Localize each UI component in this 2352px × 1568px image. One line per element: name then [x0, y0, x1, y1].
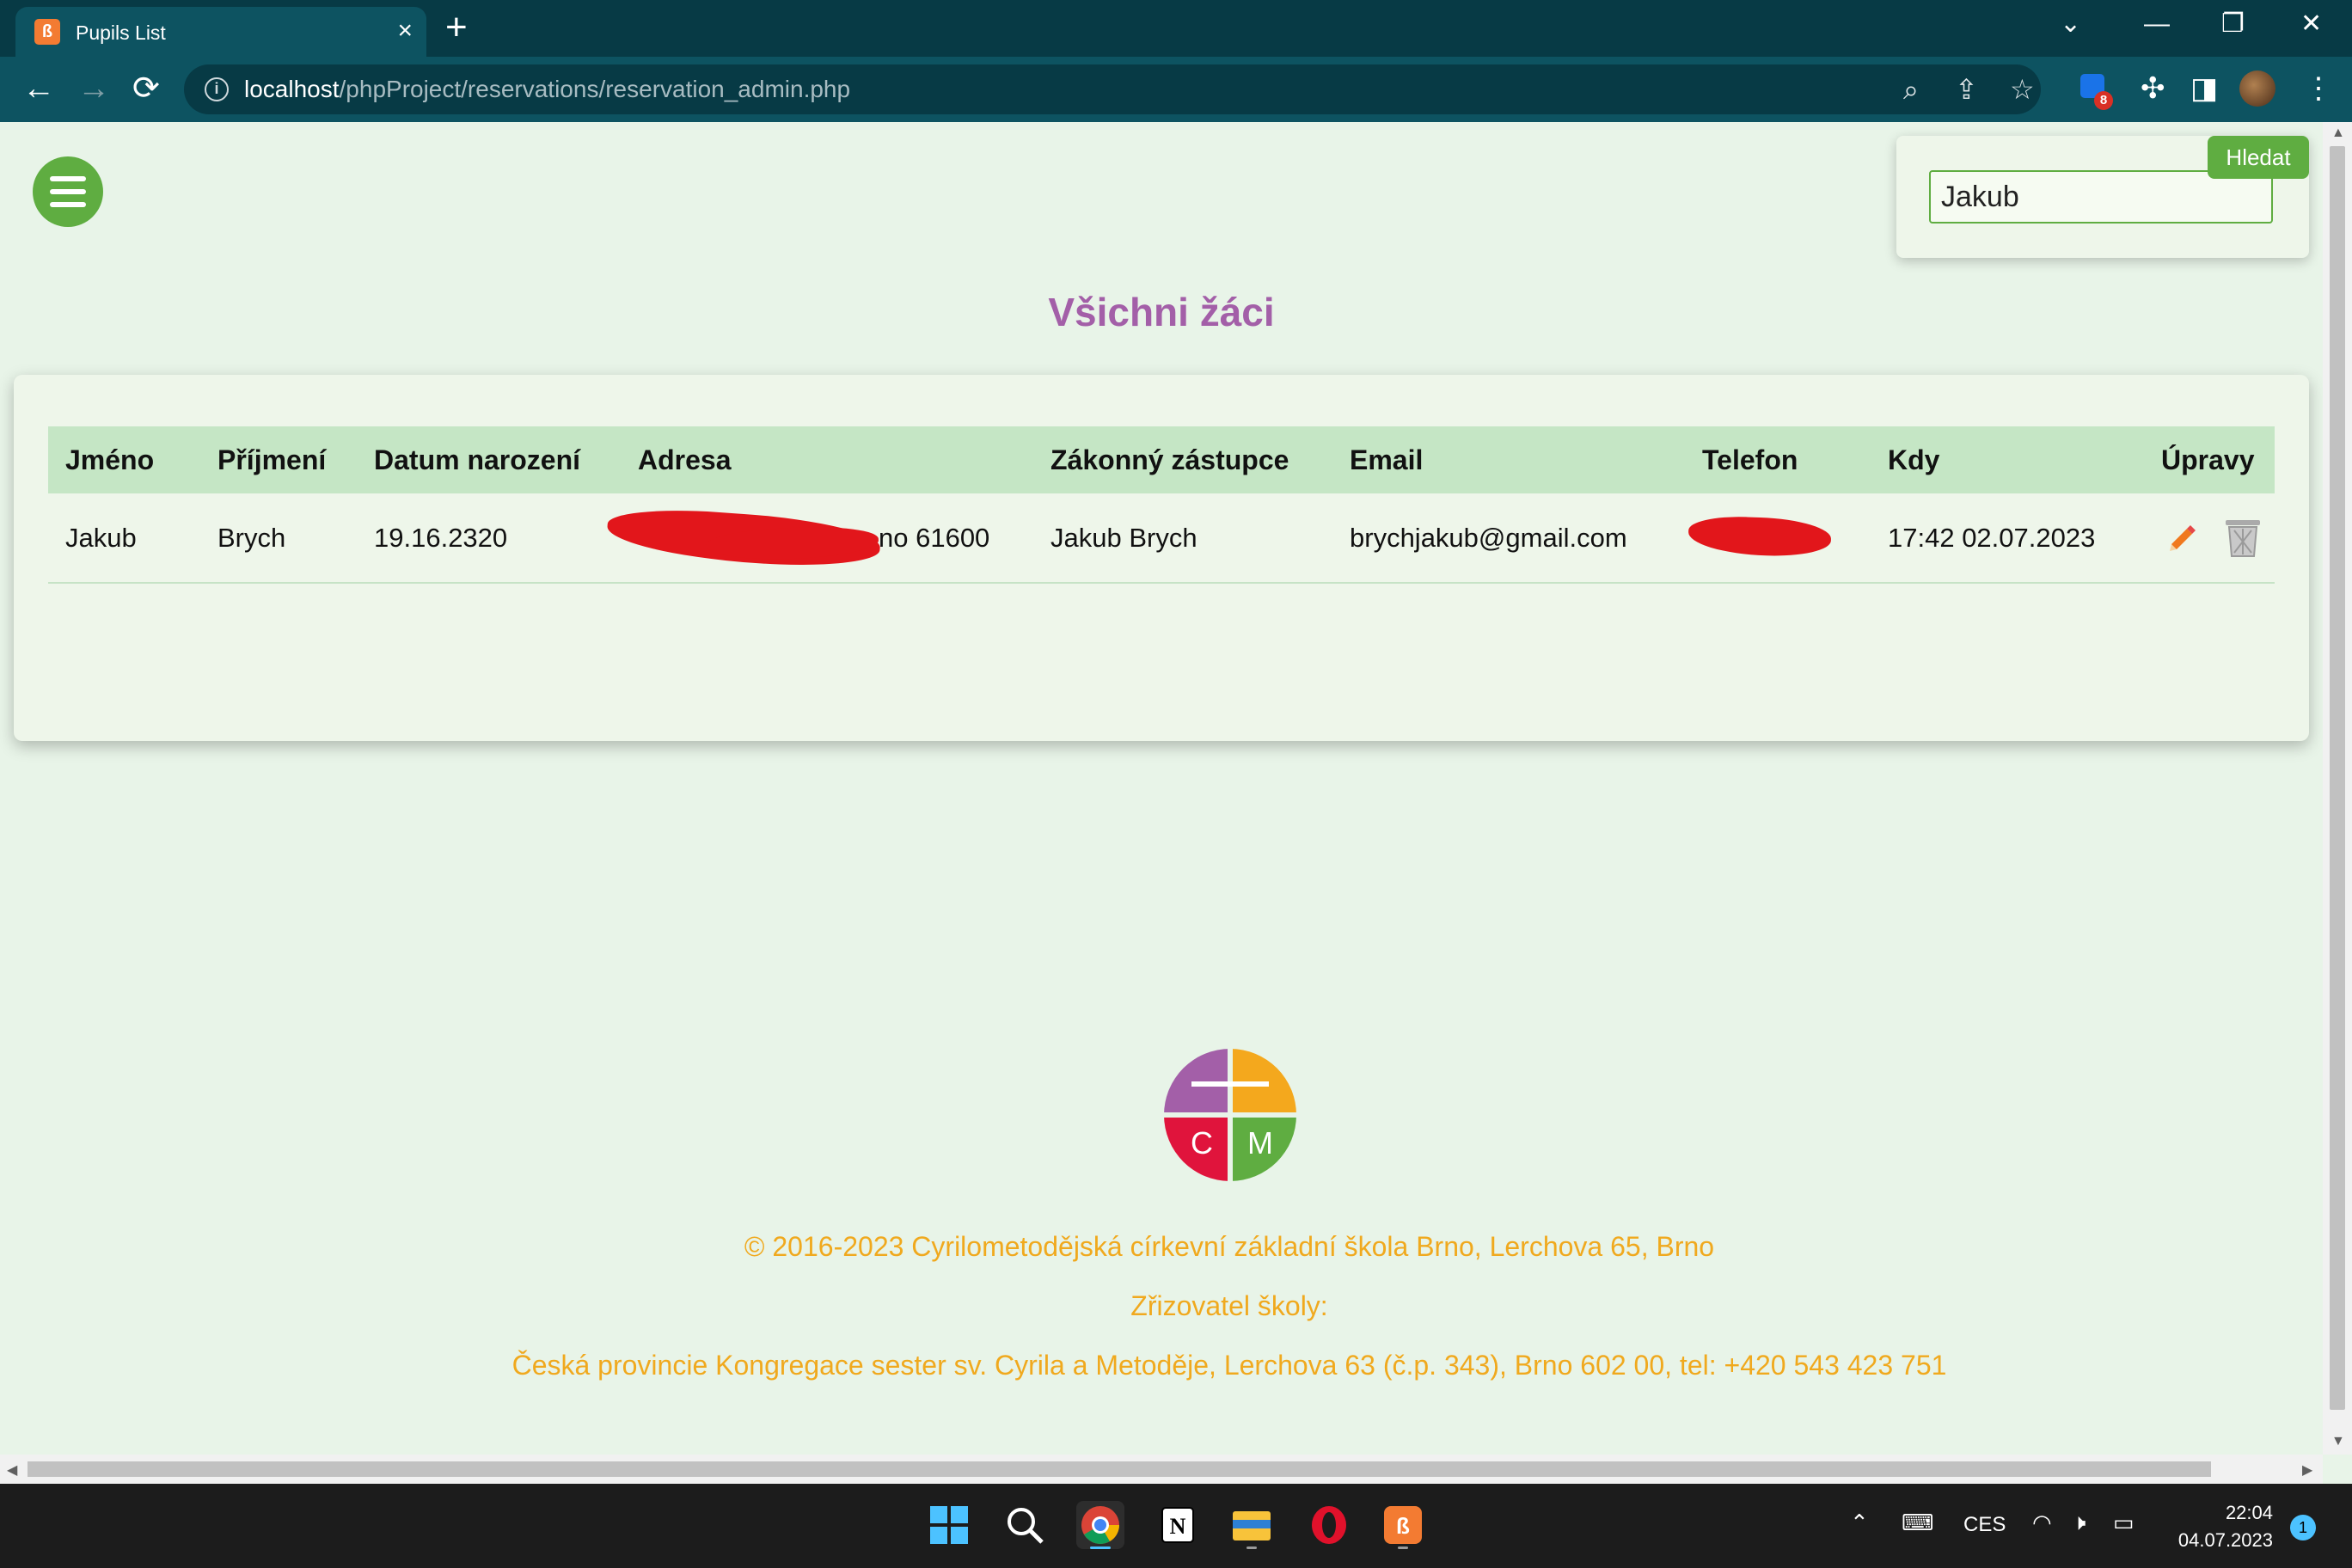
scroll-up-arrow-icon[interactable]: ▲: [2331, 126, 2345, 141]
svg-text:N: N: [1170, 1514, 1186, 1539]
cell-email: brychjakub@gmail.com: [1332, 493, 1685, 584]
clock-time: 22:04: [2225, 1502, 2273, 1523]
svg-text:ß: ß: [1396, 1513, 1410, 1539]
minimize-button[interactable]: —: [2144, 7, 2170, 41]
touch-keyboard-icon[interactable]: ⌨: [1902, 1510, 1934, 1536]
logo-letter-m: M: [1247, 1125, 1273, 1161]
phone-redaction-mark: [1687, 515, 1832, 558]
battery-charging-icon[interactable]: ▭: [2113, 1510, 2135, 1536]
cell-upravy: [2144, 493, 2275, 584]
scroll-right-arrow-icon[interactable]: ▶: [2302, 1461, 2312, 1479]
cell-datum-narozeni: 19.16.2320: [357, 493, 621, 584]
cell-adresa: no 61600: [605, 493, 1033, 584]
horizontal-scrollbar[interactable]: ◀ ▶: [0, 1455, 2323, 1484]
site-info-icon[interactable]: i: [205, 77, 229, 101]
horizontal-scroll-thumb[interactable]: [28, 1461, 2211, 1477]
reload-icon[interactable]: ⟳: [132, 70, 160, 107]
volume-muted-icon[interactable]: 🕨: [2072, 1510, 2086, 1537]
cell-jmeno: Jakub: [48, 493, 200, 584]
tab-close-icon[interactable]: ×: [397, 15, 413, 46]
cell-zakonny-zastupce: Jakub Brych: [1033, 493, 1332, 584]
extension-badge-count: 8: [2094, 91, 2113, 110]
xampp-favicon-icon: ß: [34, 19, 60, 45]
file-explorer-icon[interactable]: [1228, 1501, 1276, 1549]
zoom-search-icon[interactable]: ⌕: [1903, 71, 1919, 107]
delete-trash-icon[interactable]: [2222, 517, 2263, 560]
edit-pencil-icon[interactable]: [2166, 522, 2199, 554]
show-hidden-icons-chevron-icon[interactable]: ⌃: [1850, 1510, 1869, 1536]
taskbar-clock[interactable]: 22:04 04.07.2023: [2166, 1499, 2273, 1554]
side-panel-icon[interactable]: ◨: [2190, 70, 2218, 107]
header-jmeno: Jméno: [48, 426, 200, 493]
browser-toolbar: ← → ⟳ i localhost/phpProject/reservation…: [0, 57, 2352, 122]
header-upravy: Úpravy: [2144, 426, 2275, 493]
bookmark-star-icon[interactable]: ☆: [2010, 71, 2035, 107]
vertical-scroll-thumb[interactable]: [2330, 146, 2345, 1410]
cell-prijmeni: Brych: [200, 493, 357, 584]
forward-arrow-icon[interactable]: →: [77, 70, 110, 107]
close-window-button[interactable]: ✕: [2300, 7, 2322, 41]
cell-kdy: 17:42 02.07.2023: [1871, 493, 2144, 584]
vertical-scrollbar[interactable]: ▲ ▼: [2323, 122, 2352, 1455]
table-header-row: Jméno Příjmení Datum narození Adresa Zák…: [48, 426, 2275, 493]
footer-copyright: © 2016-2023 Cyrilometodějská církevní zá…: [744, 1231, 1715, 1262]
tab-title: Pupils List: [76, 21, 166, 44]
windows-taskbar: N ß ⌃ ⌨ CES ◠ 🕨 ▭ 22:04 04.07.2023 1: [0, 1484, 2352, 1568]
url-host: localhost: [244, 76, 340, 102]
header-datum-narozeni: Datum narození: [357, 426, 621, 493]
menu-line: [50, 202, 86, 207]
tab-search-dropdown-icon[interactable]: ⌄: [2060, 7, 2081, 41]
header-prijmeni: Příjmení: [200, 426, 357, 493]
xampp-app-icon[interactable]: ß: [1379, 1501, 1427, 1549]
profile-avatar[interactable]: [2239, 70, 2275, 107]
header-telefon: Telefon: [1685, 426, 1871, 493]
address-bar[interactable]: i localhost/phpProject/reservations/rese…: [184, 64, 2041, 114]
address-visible-text: no 61600: [879, 523, 990, 553]
chrome-menu-icon[interactable]: ⋮: [2304, 70, 2333, 107]
pupils-table: Jméno Příjmení Datum narození Adresa Zák…: [48, 426, 2275, 584]
school-logo: C M: [1164, 1049, 1296, 1181]
header-email: Email: [1332, 426, 1685, 493]
url-text[interactable]: localhost/phpProject/reservations/reserv…: [244, 76, 850, 103]
taskbar-search-icon[interactable]: [1001, 1501, 1049, 1549]
windows-start-icon[interactable]: [925, 1501, 973, 1549]
notification-count-badge[interactable]: 1: [2290, 1515, 2316, 1540]
cell-telefon: [1685, 493, 1871, 584]
page-viewport: Hledat Všichni žáci Jméno Příjmení Datum…: [0, 122, 2323, 1455]
browser-tab-strip: ß Pupils List × + ⌄ — ❐ ✕: [0, 0, 2352, 57]
header-kdy: Kdy: [1871, 426, 2144, 493]
notion-app-icon[interactable]: N: [1154, 1501, 1202, 1549]
url-path: /phpProject/reservations/reservation_adm…: [339, 76, 851, 102]
extensions-puzzle-icon[interactable]: ✣: [2141, 70, 2165, 107]
scroll-left-arrow-icon[interactable]: ◀: [7, 1461, 17, 1479]
menu-line: [50, 189, 86, 194]
scroll-down-arrow-icon[interactable]: ▼: [2331, 1434, 2345, 1449]
restore-button[interactable]: ❐: [2221, 7, 2245, 41]
search-panel: Hledat: [1896, 136, 2309, 258]
menu-line: [50, 176, 86, 181]
page-title: Všichni žáci: [1048, 290, 1275, 334]
wifi-icon[interactable]: ◠: [2032, 1510, 2052, 1536]
table-row: Jakub Brych 19.16.2320 no 61600 Jakub Br…: [48, 493, 2275, 584]
footer-founder-label: Zřizovatel školy:: [1130, 1290, 1328, 1321]
browser-tab[interactable]: ß Pupils List ×: [15, 7, 426, 57]
hamburger-menu-button[interactable]: [33, 156, 103, 227]
header-zakonny-zastupce: Zákonný zástupce: [1033, 426, 1332, 493]
pupils-table-card: Jméno Příjmení Datum narození Adresa Zák…: [14, 375, 2309, 741]
footer-founder-text: Česká provincie Kongregace sester sv. Cy…: [511, 1350, 1947, 1381]
language-indicator[interactable]: CES: [1963, 1513, 2006, 1537]
share-icon[interactable]: ⇪: [1955, 71, 1978, 107]
clock-date: 04.07.2023: [2177, 1529, 2273, 1551]
chrome-app-icon[interactable]: [1076, 1501, 1124, 1549]
header-adresa: Adresa: [621, 426, 1033, 493]
opera-app-icon[interactable]: [1305, 1501, 1353, 1549]
logo-letter-c: C: [1191, 1125, 1213, 1161]
back-arrow-icon[interactable]: ←: [22, 70, 55, 107]
new-tab-button[interactable]: +: [445, 9, 468, 46]
search-button[interactable]: Hledat: [2208, 136, 2309, 179]
